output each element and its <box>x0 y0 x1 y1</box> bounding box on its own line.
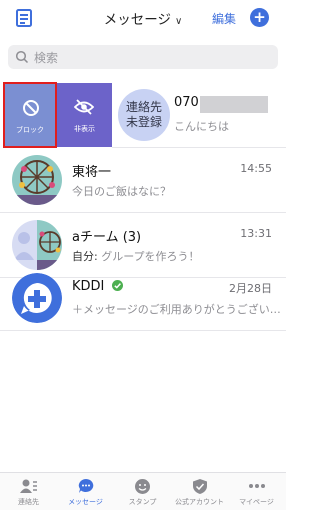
tab-label: 公式アカウント <box>175 498 224 506</box>
contacts-icon <box>19 479 37 493</box>
tab-messages[interactable]: メッセージ <box>57 477 114 507</box>
contact-name: 070 <box>174 95 199 110</box>
message-time: 14:55 <box>240 162 272 175</box>
tab-label: スタンプ <box>128 498 157 506</box>
message-date: 2月28日 <box>229 282 272 295</box>
message-icon <box>78 479 93 493</box>
group-photo-icon <box>12 220 62 270</box>
avatar <box>12 155 62 205</box>
message-preview: 今日のご飯はなに？ <box>72 185 171 198</box>
eye-slash-icon <box>74 99 94 115</box>
tab-official-accounts[interactable]: 公式アカウント <box>171 477 228 507</box>
group-name: aチーム (3) <box>72 230 142 245</box>
group-avatar <box>12 220 62 270</box>
message-time: 13:31 <box>240 227 272 240</box>
unregistered-contact-avatar: 連絡先 未登録 <box>118 89 170 141</box>
new-message-button[interactable]: + <box>250 8 269 27</box>
avatar-text: 連絡先 未登録 <box>125 100 162 129</box>
conversation-row[interactable]: KDDI ＋メッセージのご利用ありがとうござい… 2月28日 <box>0 266 286 331</box>
page-title-dropdown[interactable]: メッセージ ∨ <box>0 8 286 28</box>
message-preview: ＋メッセージのご利用ありがとうござい… <box>72 303 281 316</box>
top-bar: メッセージ ∨ 編集 + <box>0 0 286 36</box>
conversation-row[interactable]: 東将一 今日のご飯はなに？ 14:55 <box>0 148 286 213</box>
block-label: ブロック <box>16 126 44 134</box>
plus-message-logo-icon <box>12 273 62 323</box>
tab-label: メッセージ <box>68 498 103 506</box>
edit-button[interactable]: 編集 <box>212 10 236 27</box>
redacted-number <box>200 96 268 113</box>
block-button[interactable]: ブロック <box>3 82 57 148</box>
more-dots-icon <box>248 484 265 488</box>
official-account-avatar <box>12 273 62 323</box>
message-preview: こんにちは <box>174 120 229 133</box>
contact-name: KDDI <box>72 279 123 294</box>
search-icon <box>15 50 29 64</box>
prohibit-icon <box>23 100 39 116</box>
hide-label: 非表示 <box>74 125 95 133</box>
contact-name: 東将一 <box>72 165 112 180</box>
verified-badge-icon <box>111 280 123 291</box>
tab-stamps[interactable]: スタンプ <box>114 477 171 507</box>
bottom-tab-bar: 連絡先 メッセージ スタンプ 公式アカウント マイページ <box>0 472 286 510</box>
page-title: メッセージ <box>103 12 171 28</box>
message-sender: 自分: <box>72 250 98 263</box>
search-placeholder: 検索 <box>34 51 59 65</box>
shield-check-icon <box>192 478 207 494</box>
tab-label: 連絡先 <box>18 498 39 506</box>
search-bar[interactable]: 検索 <box>8 45 278 69</box>
tab-label: マイページ <box>239 498 274 506</box>
tab-my-page[interactable]: マイページ <box>228 477 285 507</box>
smiley-icon <box>135 478 150 494</box>
message-text: グループを作ろう！ <box>101 250 200 263</box>
chevron-down-icon: ∨ <box>174 16 183 27</box>
message-preview: 自分: グループを作ろう！ <box>72 248 200 264</box>
contact-name-text: KDDI <box>72 279 105 294</box>
tab-contacts[interactable]: 連絡先 <box>0 477 57 507</box>
conversation-row-unknown[interactable]: 連絡先 未登録 070 こんにちは <box>112 83 286 147</box>
hide-button[interactable]: 非表示 <box>57 83 112 147</box>
fairground-photo-icon <box>12 155 62 205</box>
